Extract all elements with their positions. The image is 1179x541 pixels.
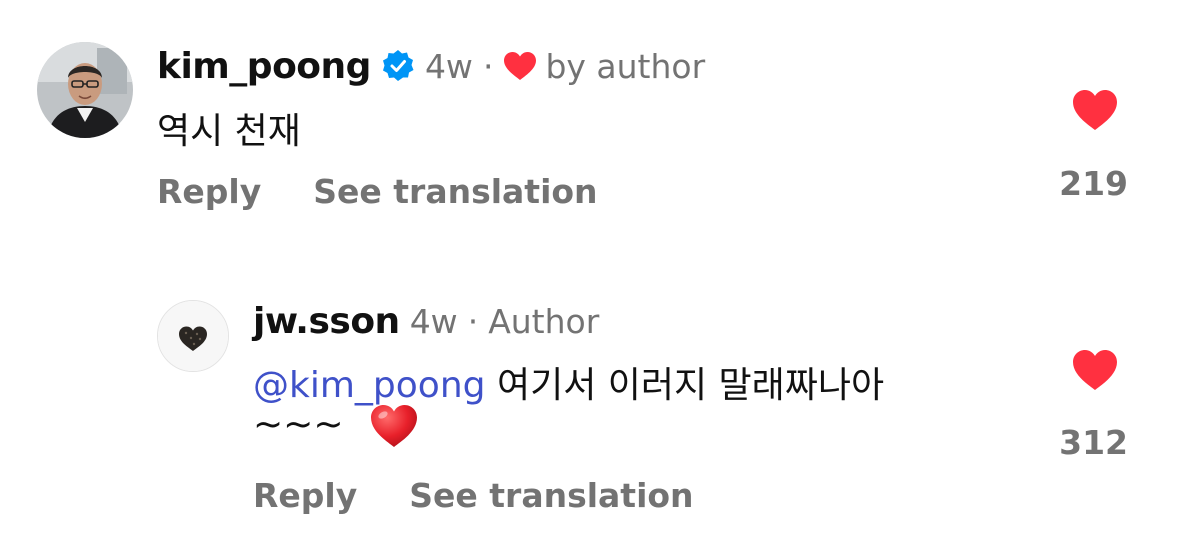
comment-meta: kim_poong 4w · by author bbox=[157, 42, 705, 90]
reply-text-tilde: ~~~ bbox=[253, 404, 344, 445]
reply-item: jw.sson 4w · Author @kim_poong 여기서 이러지 말… bbox=[0, 280, 1179, 541]
reply-button[interactable]: Reply bbox=[157, 172, 261, 211]
heart-icon bbox=[503, 51, 537, 81]
reply-text-line-2: ~~~ bbox=[253, 403, 419, 449]
reply-button[interactable]: Reply bbox=[253, 476, 357, 515]
reply-actions: Reply See translation bbox=[253, 476, 746, 515]
comment-text: 역시 천재 bbox=[157, 111, 301, 152]
verified-badge-icon bbox=[381, 49, 415, 83]
see-translation-button[interactable]: See translation bbox=[313, 172, 597, 211]
red-heart-emoji-icon bbox=[369, 403, 419, 449]
timestamp: 4w bbox=[424, 46, 473, 86]
like-button[interactable] bbox=[1071, 88, 1119, 132]
reply-text: 여기서 이러지 말래짜나아 bbox=[496, 365, 885, 406]
separator-dot: · bbox=[467, 301, 479, 341]
comment-actions: Reply See translation bbox=[157, 172, 650, 211]
like-count: 312 bbox=[1059, 423, 1128, 462]
avatar[interactable] bbox=[157, 300, 229, 372]
author-badge: Author bbox=[488, 301, 600, 341]
reply-text-line-1: @kim_poong 여기서 이러지 말래짜나아 bbox=[253, 356, 884, 408]
reply-meta: jw.sson 4w · Author bbox=[253, 297, 599, 345]
username[interactable]: kim_poong bbox=[157, 46, 371, 87]
avatar[interactable] bbox=[37, 42, 133, 138]
like-count: 219 bbox=[1059, 164, 1128, 203]
mention-link[interactable]: @kim_poong bbox=[253, 365, 486, 406]
separator-dot: · bbox=[482, 46, 494, 86]
see-translation-button[interactable]: See translation bbox=[409, 476, 693, 515]
comment-item: kim_poong 4w · by author 역시 천재 Reply See… bbox=[0, 0, 1179, 240]
username[interactable]: jw.sson bbox=[253, 301, 400, 342]
timestamp: 4w bbox=[409, 301, 458, 341]
like-button[interactable] bbox=[1071, 348, 1119, 392]
liked-by-author-label: by author bbox=[545, 46, 706, 86]
